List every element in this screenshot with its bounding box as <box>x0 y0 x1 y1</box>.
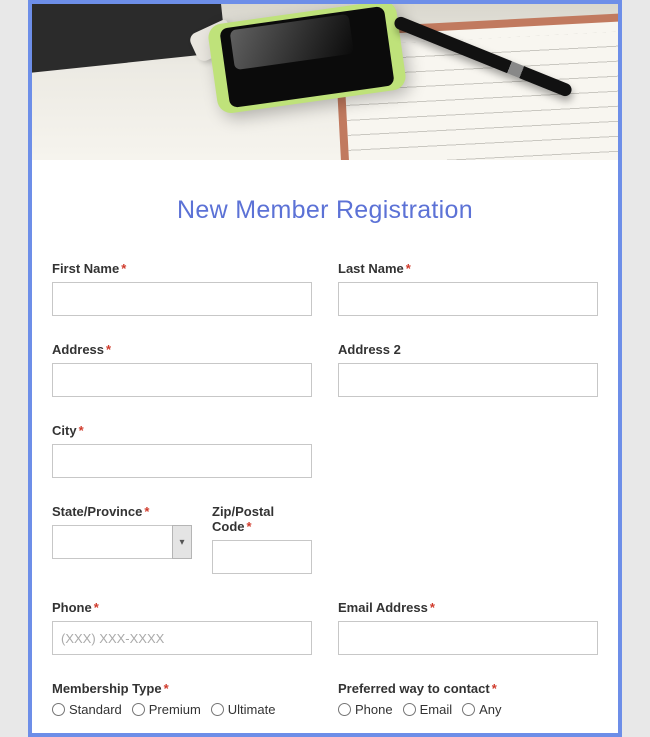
membership-option-label: Premium <box>149 702 201 717</box>
required-mark: * <box>94 600 99 615</box>
registration-form-card: New Member Registration First Name* Last… <box>28 0 622 737</box>
contact-pref-options: Phone Email Any <box>338 702 598 717</box>
required-mark: * <box>406 261 411 276</box>
phone-label: Phone* <box>52 600 312 615</box>
membership-radio-standard[interactable] <box>52 703 65 716</box>
required-mark: * <box>492 681 497 696</box>
phone-input[interactable] <box>52 621 312 655</box>
state-label-text: State/Province <box>52 504 142 519</box>
membership-radio-premium[interactable] <box>132 703 145 716</box>
address2-label: Address 2 <box>338 342 598 357</box>
membership-option-label: Standard <box>69 702 122 717</box>
city-label-text: City <box>52 423 77 438</box>
required-mark: * <box>106 342 111 357</box>
contact-option-phone[interactable]: Phone <box>338 702 393 717</box>
first-name-label: First Name* <box>52 261 312 276</box>
contact-radio-any[interactable] <box>462 703 475 716</box>
email-label-text: Email Address <box>338 600 428 615</box>
contact-option-label: Phone <box>355 702 393 717</box>
required-mark: * <box>121 261 126 276</box>
membership-type-options: Standard Premium Ultimate <box>52 702 312 717</box>
zip-input[interactable] <box>212 540 312 574</box>
contact-option-label: Email <box>420 702 453 717</box>
city-input[interactable] <box>52 444 312 478</box>
address2-input[interactable] <box>338 363 598 397</box>
required-mark: * <box>247 519 252 534</box>
required-mark: * <box>430 600 435 615</box>
contact-option-label: Any <box>479 702 501 717</box>
zip-label: Zip/Postal Code* <box>212 504 312 534</box>
email-label: Email Address* <box>338 600 598 615</box>
state-label: State/Province* <box>52 504 192 519</box>
phone-label-text: Phone <box>52 600 92 615</box>
chevron-down-icon[interactable]: ▾ <box>172 525 192 559</box>
first-name-label-text: First Name <box>52 261 119 276</box>
email-input[interactable] <box>338 621 598 655</box>
membership-option-ultimate[interactable]: Ultimate <box>211 702 276 717</box>
address2-label-text: Address 2 <box>338 342 401 357</box>
membership-type-label: Membership Type* <box>52 681 312 696</box>
zip-label-text: Zip/Postal Code <box>212 504 274 534</box>
last-name-label-text: Last Name <box>338 261 404 276</box>
state-select[interactable] <box>52 525 172 559</box>
membership-option-standard[interactable]: Standard <box>52 702 122 717</box>
membership-type-label-text: Membership Type <box>52 681 162 696</box>
membership-option-premium[interactable]: Premium <box>132 702 201 717</box>
contact-pref-label-text: Preferred way to contact <box>338 681 490 696</box>
address-label-text: Address <box>52 342 104 357</box>
hero-image <box>32 4 618 160</box>
last-name-input[interactable] <box>338 282 598 316</box>
contact-pref-label: Preferred way to contact* <box>338 681 598 696</box>
contact-radio-email[interactable] <box>403 703 416 716</box>
required-mark: * <box>144 504 149 519</box>
contact-option-any[interactable]: Any <box>462 702 501 717</box>
required-mark: * <box>164 681 169 696</box>
contact-radio-phone[interactable] <box>338 703 351 716</box>
address-label: Address* <box>52 342 312 357</box>
required-mark: * <box>79 423 84 438</box>
last-name-label: Last Name* <box>338 261 598 276</box>
page-title: New Member Registration <box>52 196 598 225</box>
address-input[interactable] <box>52 363 312 397</box>
contact-option-email[interactable]: Email <box>403 702 453 717</box>
city-label: City* <box>52 423 312 438</box>
membership-radio-ultimate[interactable] <box>211 703 224 716</box>
membership-option-label: Ultimate <box>228 702 276 717</box>
first-name-input[interactable] <box>52 282 312 316</box>
